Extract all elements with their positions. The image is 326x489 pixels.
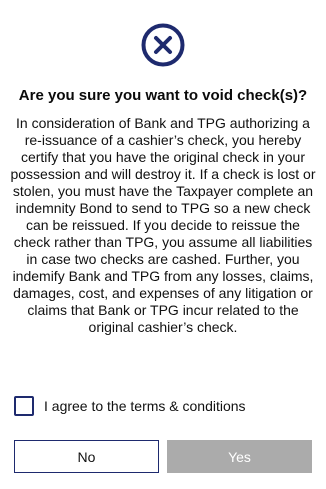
close-circle-icon — [141, 23, 185, 67]
dialog-title: Are you sure you want to void check(s)? — [18, 87, 308, 104]
yes-button[interactable]: Yes — [167, 440, 312, 473]
dialog-message: In consideration of Bank and TPG authori… — [10, 115, 316, 335]
terms-checkbox-label[interactable]: I agree to the terms & conditions — [44, 398, 246, 414]
terms-checkbox[interactable] — [14, 396, 34, 416]
void-check-dialog: Are you sure you want to void check(s)? … — [0, 0, 326, 489]
terms-agreement-row[interactable]: I agree to the terms & conditions — [14, 395, 314, 417]
no-button[interactable]: No — [14, 440, 159, 473]
